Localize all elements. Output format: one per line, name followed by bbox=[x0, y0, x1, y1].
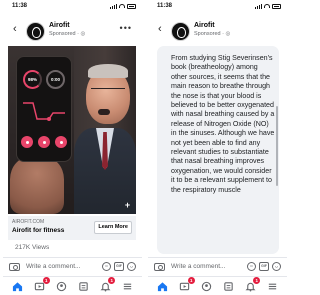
camera-icon[interactable] bbox=[154, 262, 165, 271]
app-phone-mockup: 98% 0:00 bbox=[16, 56, 72, 162]
breathing-device bbox=[98, 109, 110, 115]
ring-percent-value: 98% bbox=[27, 77, 37, 82]
tab-video[interactable]: 1 bbox=[179, 277, 195, 292]
person-hair bbox=[88, 64, 128, 78]
comment-input[interactable]: Write a comment... bbox=[26, 263, 99, 270]
groups-icon bbox=[56, 281, 67, 291]
emoji-icon[interactable]: •• bbox=[247, 262, 256, 271]
battery-icon bbox=[272, 3, 281, 9]
tab-marketplace[interactable] bbox=[222, 280, 234, 292]
marketplace-icon bbox=[79, 281, 88, 291]
tab-groups[interactable] bbox=[201, 280, 213, 292]
tab-notifications[interactable]: 1 bbox=[99, 277, 116, 292]
wifi-icon bbox=[119, 4, 125, 8]
graph-point bbox=[47, 117, 51, 121]
tab-menu[interactable] bbox=[266, 280, 278, 292]
link-preview[interactable]: AIROFIT.COM Airofit for fitness Learn Mo… bbox=[8, 216, 136, 240]
ring-timer-value: 0:00 bbox=[50, 77, 60, 82]
scrollbar-thumb[interactable] bbox=[276, 106, 278, 186]
app-control-left bbox=[21, 136, 33, 148]
wifi-icon bbox=[264, 4, 270, 8]
page-avatar[interactable] bbox=[171, 22, 190, 41]
post-header: ‹ Airofit Sponsored · ◎ bbox=[148, 19, 287, 45]
sponsored-label: Sponsored · ◎ bbox=[194, 31, 230, 37]
emoji-icon[interactable]: •• bbox=[102, 262, 111, 271]
sponsored-text: Sponsored · bbox=[49, 31, 81, 37]
status-bar: 11:38 bbox=[3, 0, 142, 12]
comment-bar: Write a comment... •• GIF ◡ bbox=[3, 257, 142, 275]
person-hand bbox=[10, 156, 64, 214]
tab-home[interactable] bbox=[9, 280, 26, 295]
graph-line bbox=[23, 102, 65, 120]
plus-icon[interactable]: + bbox=[123, 201, 132, 210]
notification-badge: 1 bbox=[253, 277, 261, 284]
graph-svg bbox=[23, 102, 65, 121]
app-control-middle bbox=[38, 136, 50, 148]
back-arrow-icon[interactable]: ‹ bbox=[158, 24, 162, 35]
battery-icon bbox=[127, 3, 136, 9]
link-title: Airofit for fitness bbox=[12, 227, 65, 234]
left-phone-screen: 11:38 ‹ Airofit Sponsored · ◎ ••• 98% 0:… bbox=[3, 0, 142, 295]
post-caption: From studying Stig Severinsen's book (br… bbox=[171, 54, 275, 194]
marketplace-icon bbox=[224, 281, 233, 291]
tab-menu[interactable] bbox=[121, 280, 133, 292]
menu-icon bbox=[268, 283, 276, 289]
sticker-icon[interactable]: ◡ bbox=[272, 262, 281, 271]
tab-marketplace[interactable] bbox=[77, 280, 89, 292]
caption-panel[interactable]: From studying Stig Severinsen's book (br… bbox=[157, 46, 279, 254]
tab-video[interactable]: 1 bbox=[34, 277, 50, 292]
video-badge: 1 bbox=[187, 277, 195, 284]
groups-icon bbox=[201, 281, 212, 291]
post-header: ‹ Airofit Sponsored · ◎ ••• bbox=[3, 19, 142, 45]
signal-icon bbox=[255, 3, 262, 9]
progress-ring-percent: 98% bbox=[23, 70, 42, 89]
menu-icon bbox=[123, 283, 131, 289]
ad-video[interactable]: 98% 0:00 + bbox=[8, 46, 136, 214]
page-avatar[interactable] bbox=[26, 22, 45, 41]
tab-home[interactable] bbox=[154, 280, 171, 295]
status-icons bbox=[255, 3, 281, 9]
more-dots-icon[interactable]: ••• bbox=[120, 24, 132, 33]
status-bar: 11:38 bbox=[148, 0, 287, 12]
comment-bar: Write a comment... •• GIF ◡ bbox=[148, 257, 287, 275]
sticker-icon[interactable]: ◡ bbox=[127, 262, 136, 271]
status-time: 11:38 bbox=[157, 3, 173, 9]
breathing-graph bbox=[23, 99, 65, 127]
view-count: 217K Views bbox=[15, 244, 50, 251]
progress-ring-timer: 0:00 bbox=[46, 70, 65, 89]
app-controls bbox=[21, 135, 67, 149]
home-icon bbox=[13, 281, 23, 291]
tab-groups[interactable] bbox=[56, 280, 68, 292]
app-control-right bbox=[55, 136, 67, 148]
page-name[interactable]: Airofit bbox=[194, 22, 215, 29]
link-domain: AIROFIT.COM bbox=[12, 219, 45, 225]
right-phone-screen: 11:38 ‹ Airofit Sponsored · ◎ From study… bbox=[148, 0, 287, 295]
person-glasses bbox=[91, 88, 125, 96]
back-arrow-icon[interactable]: ‹ bbox=[13, 24, 17, 35]
gif-icon[interactable]: GIF bbox=[259, 262, 269, 271]
gif-icon[interactable]: GIF bbox=[114, 262, 124, 271]
camera-icon[interactable] bbox=[9, 262, 20, 271]
learn-more-button[interactable]: Learn More bbox=[94, 221, 132, 234]
page-name[interactable]: Airofit bbox=[49, 22, 70, 29]
notification-badge: 1 bbox=[108, 277, 116, 284]
globe-icon: ◎ bbox=[80, 31, 86, 37]
tab-notifications[interactable]: 1 bbox=[244, 277, 261, 292]
status-icons bbox=[110, 3, 136, 9]
sponsored-label: Sponsored · ◎ bbox=[49, 31, 85, 37]
tab-bar: 1 1 bbox=[3, 276, 142, 295]
video-badge: 1 bbox=[42, 277, 50, 284]
tab-bar: 1 1 bbox=[148, 276, 287, 295]
comment-input[interactable]: Write a comment... bbox=[171, 263, 244, 270]
sponsored-text: Sponsored · bbox=[194, 31, 226, 37]
globe-icon: ◎ bbox=[225, 31, 231, 37]
home-icon bbox=[158, 281, 168, 291]
status-time: 11:38 bbox=[12, 3, 28, 9]
signal-icon bbox=[110, 3, 117, 9]
